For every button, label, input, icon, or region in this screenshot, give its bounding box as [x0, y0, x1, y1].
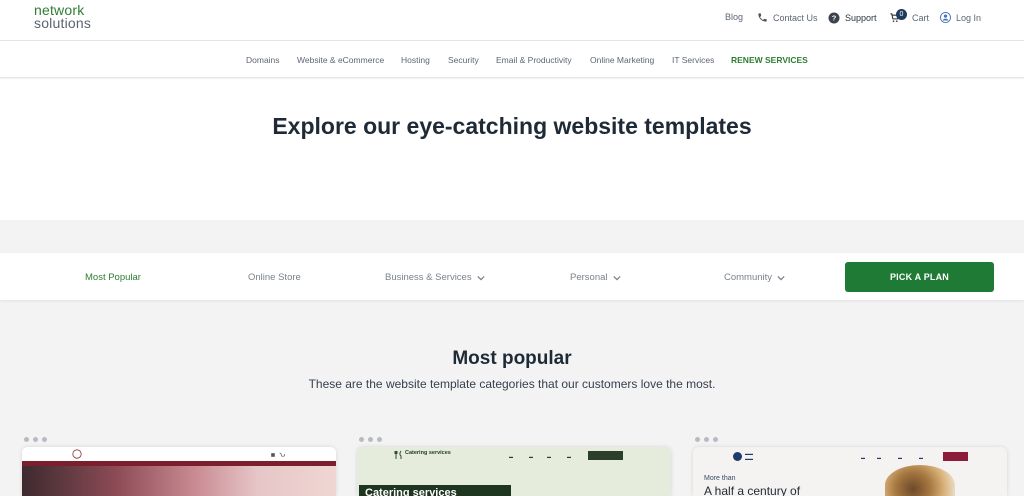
template-nav-item: ▬: [861, 455, 865, 460]
nav-email-productivity[interactable]: Email & Productivity: [496, 55, 572, 65]
template-hero-heading: Catering services: [365, 487, 457, 496]
template-card-business[interactable]: ▬▬ ▬▬ ▬ ▬ ▬ ▬ More than A half a century …: [693, 447, 1007, 496]
support-label: Support: [845, 13, 877, 23]
filter-label: Personal: [570, 272, 608, 283]
template-cta-button: [588, 451, 623, 460]
pick-a-plan-button[interactable]: PICK A PLAN: [845, 262, 994, 292]
template-logo-icon: [72, 449, 82, 459]
nav-renew-services[interactable]: RENEW SERVICES: [731, 55, 808, 65]
window-dots: [24, 437, 47, 442]
template-logo-icon: [733, 452, 742, 461]
template-card-catering[interactable]: Catering services ▬ ▬ ▬ ▬ Catering servi…: [357, 447, 671, 496]
logo-line2: solutions: [34, 15, 92, 31]
cart-count-badge: 0: [896, 9, 907, 20]
cart-icon: [279, 452, 285, 457]
template-preview-header: [22, 447, 336, 461]
nav-online-marketing[interactable]: Online Marketing: [590, 55, 654, 65]
user-icon: [271, 453, 275, 457]
nav-domains[interactable]: Domains: [246, 55, 280, 65]
template-nav-item: ▬: [509, 454, 513, 459]
template-card-beauty[interactable]: [22, 447, 336, 496]
template-filter-bar: Most Popular Online Store Business & Ser…: [0, 253, 1024, 300]
hero-section: Explore our eye-catching website templat…: [0, 79, 1024, 220]
template-cta-button: [943, 452, 968, 461]
template-nav-item: ▬: [919, 455, 923, 460]
nav-it-services[interactable]: IT Services: [672, 55, 714, 65]
login-label: Log In: [956, 12, 982, 23]
user-icon: [940, 12, 951, 23]
template-hero-image: [22, 466, 336, 496]
filter-label: Community: [724, 272, 773, 283]
filter-most-popular[interactable]: Most Popular: [85, 272, 141, 283]
filter-online-store[interactable]: Online Store: [248, 272, 301, 283]
filter-personal[interactable]: Personal: [570, 272, 621, 283]
top-header: network solutions Blog Contact Us ? Supp…: [0, 0, 1024, 41]
window-dots: [695, 437, 718, 442]
template-nav-item: ▬: [877, 455, 881, 460]
template-hero-heading: A half a century of: [704, 484, 801, 496]
network-solutions-logo[interactable]: network solutions: [34, 3, 92, 31]
nav-security[interactable]: Security: [448, 55, 479, 65]
filter-label: Most Popular: [85, 272, 141, 283]
template-kicker: More than: [704, 475, 736, 482]
template-brand-mark: ▬▬ ▬▬: [745, 451, 753, 461]
window-dots: [359, 437, 382, 442]
phone-icon: [758, 13, 767, 22]
login-link[interactable]: Log In: [940, 12, 981, 23]
filter-business-services[interactable]: Business & Services: [385, 272, 485, 283]
chevron-down-icon: [777, 275, 785, 280]
cart-link[interactable]: 0 Cart: [889, 9, 930, 23]
filter-label: Online Store: [248, 272, 301, 283]
chevron-down-icon: [476, 275, 485, 280]
section-title: Most popular: [452, 348, 572, 369]
nav-website-ecommerce[interactable]: Website & eCommerce: [297, 55, 384, 65]
blog-label: Blog: [725, 12, 744, 22]
blog-link[interactable]: Blog: [725, 12, 743, 22]
chevron-down-icon: [612, 275, 621, 280]
filter-community[interactable]: Community: [724, 272, 785, 283]
template-nav-item: ▬: [529, 454, 533, 459]
svg-text:?: ?: [832, 14, 837, 23]
support-link[interactable]: ? Support: [828, 12, 877, 24]
utensils-icon: [394, 450, 402, 459]
section-subtitle: These are the website template categorie…: [308, 377, 716, 391]
filter-label: Business & Services: [385, 272, 472, 283]
main-nav: Domains Website & eCommerce Hosting Secu…: [0, 41, 1024, 78]
hero-title: Explore our eye-catching website templat…: [272, 113, 752, 139]
contact-us-label: Contact Us: [773, 12, 818, 23]
template-hero-image: [885, 465, 955, 496]
template-nav-item: ▬: [547, 454, 551, 459]
template-logo-text: Catering services: [405, 450, 451, 456]
cart-label: Cart: [912, 12, 930, 23]
template-nav-item: ▬: [567, 454, 571, 459]
nav-hosting[interactable]: Hosting: [401, 55, 430, 65]
help-icon: ?: [828, 12, 840, 24]
contact-us-link[interactable]: Contact Us: [757, 12, 818, 23]
template-nav-item: ▬: [898, 455, 902, 460]
